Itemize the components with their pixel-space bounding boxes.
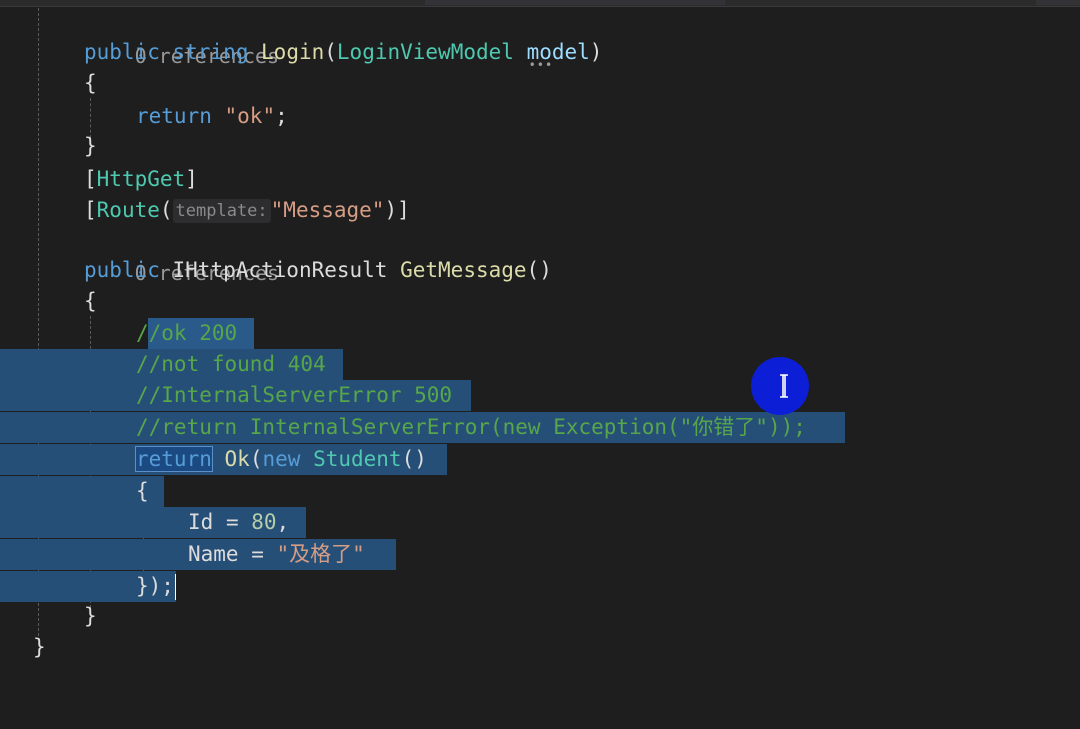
punctuation: [ (84, 167, 97, 191)
code-line-return-ok[interactable]: return "ok"; (136, 101, 288, 132)
parameter-name: model ••• (527, 40, 590, 71)
punctuation: { (136, 479, 149, 503)
keyword: string (172, 40, 249, 64)
punctuation: { (84, 289, 97, 313)
string-literal: "ok" (224, 104, 276, 128)
punctuation: ( (324, 40, 337, 64)
attribute-name: HttpGet (96, 167, 186, 191)
type-name: Student (313, 447, 402, 471)
ibeam-cursor-icon (780, 374, 788, 398)
punctuation: () (526, 258, 552, 282)
code-line-brace[interactable]: } (84, 131, 97, 162)
code-line-brace[interactable]: } (84, 601, 97, 632)
text-caret (175, 574, 176, 600)
property-name: Id (188, 510, 214, 534)
comment: //return InternalServerError(new Excepti… (136, 415, 806, 439)
attribute-name: Route (96, 198, 160, 222)
punctuation: ( (249, 447, 263, 471)
punctuation: () (401, 447, 427, 471)
operator: = (238, 542, 277, 566)
keyword-highlighted: return (135, 446, 213, 472)
parameter-hint: template: (172, 199, 271, 223)
punctuation: } (84, 134, 97, 158)
method-name: Ok (224, 447, 250, 471)
code-line-return-ok-call[interactable]: return Ok(new Student() (135, 444, 427, 475)
editor-tab[interactable] (425, 0, 725, 5)
code-line-id-assign[interactable]: Id = 80, (188, 507, 289, 538)
punctuation: [ (84, 198, 97, 222)
comment: //not found 404 (136, 352, 326, 376)
punctuation: ( (159, 198, 173, 222)
method-name: Login (261, 40, 325, 64)
comment: //InternalServerError 500 (136, 383, 453, 407)
code-line-brace[interactable]: } (33, 632, 46, 663)
code-line-route-attribute[interactable]: [Route(template: "Message")] (84, 195, 410, 226)
code-line-httpget-attribute[interactable]: [HttpGet] (84, 164, 198, 195)
punctuation: ] (185, 167, 198, 191)
code-line-brace[interactable]: { (136, 476, 149, 507)
method-name: GetMessage (400, 258, 527, 282)
punctuation: { (84, 71, 97, 95)
code-line-initializer-close[interactable]: }); (136, 571, 174, 602)
punctuation: ) (589, 40, 603, 64)
type-name: IHttpActionResult (172, 258, 388, 282)
comment: //ok 200 (136, 321, 238, 345)
string-literal: "Message" (270, 198, 385, 222)
code-line-comment[interactable]: //return InternalServerError(new Excepti… (136, 412, 806, 443)
code-editor[interactable]: 0 references public string Login(LoginVi… (0, 0, 1080, 729)
editor-tab-right[interactable] (1036, 0, 1080, 5)
punctuation: , (276, 510, 290, 534)
keyword: new (262, 447, 301, 471)
keyword: return (136, 104, 212, 128)
code-line-brace[interactable]: { (84, 286, 97, 317)
punctuation: )] (384, 198, 410, 222)
keyword: public (84, 40, 160, 64)
code-line-brace[interactable]: { (84, 68, 97, 99)
code-line-comment[interactable]: //not found 404 (136, 349, 326, 380)
code-line-getmessage-signature[interactable]: public IHttpActionResult GetMessage() (84, 255, 552, 286)
number-literal: 80 (251, 510, 277, 534)
codelens-references[interactable]: 0 references (84, 227, 280, 285)
punctuation: } (84, 604, 97, 628)
string-literal: "及格了" (276, 542, 365, 566)
tab-strip (0, 0, 1080, 7)
operator: = (213, 510, 252, 534)
keyword: public (84, 258, 160, 282)
type-name: LoginViewModel (336, 40, 514, 64)
code-line-name-assign[interactable]: Name = "及格了" (188, 539, 365, 570)
punctuation: }); (136, 574, 174, 598)
code-line-comment[interactable]: //ok 200 (136, 318, 237, 349)
punctuation: ; (275, 104, 288, 128)
punctuation: } (33, 635, 46, 659)
code-line-login-signature[interactable]: public string Login(LoginViewModel model… (84, 37, 603, 71)
code-line-comment[interactable]: //InternalServerError 500 (136, 380, 452, 411)
suggestion-dots-icon[interactable]: ••• (529, 59, 554, 71)
property-name: Name (188, 542, 239, 566)
